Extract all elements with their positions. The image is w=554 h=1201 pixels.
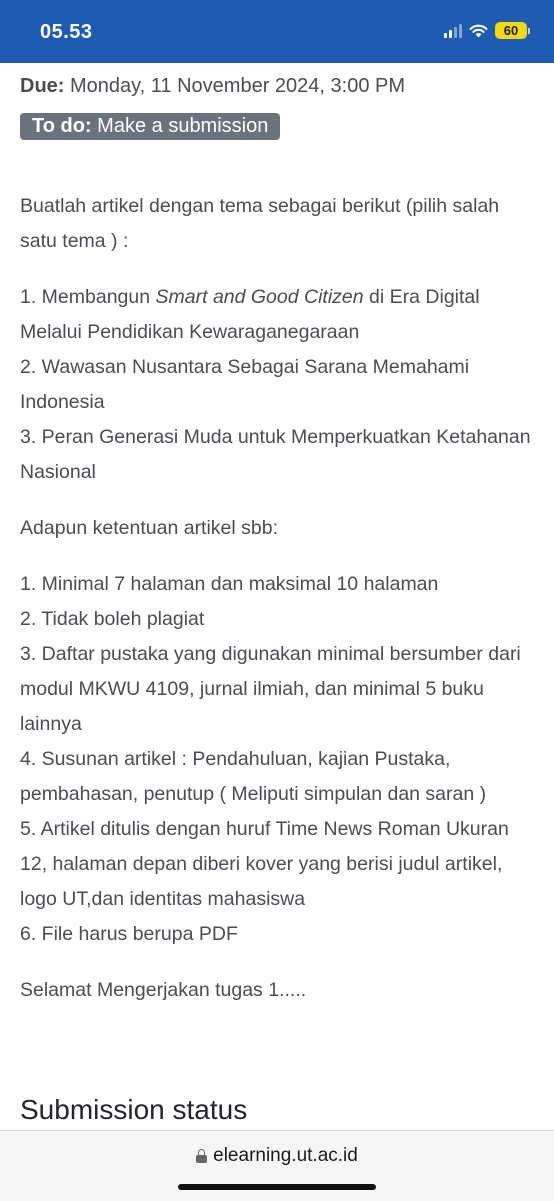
cellular-signal-icon xyxy=(444,23,462,38)
battery-level: 60 xyxy=(495,22,527,39)
todo-badge: To do: Make a submission xyxy=(20,113,281,140)
rule-item: 2. Tidak boleh plagiat xyxy=(20,608,205,630)
theme1-prefix: 1. Membangun xyxy=(20,286,156,308)
assignment-content: Due: Monday, 11 November 2024, 3:00 PM T… xyxy=(20,72,540,1008)
rule-item: 3. Daftar pustaka yang digunakan minimal… xyxy=(20,643,521,735)
todo-label: To do: xyxy=(32,115,92,137)
rule-item: 1. Minimal 7 halaman dan maksimal 10 hal… xyxy=(20,573,439,595)
home-indicator[interactable] xyxy=(178,1184,376,1190)
rule-item: 5. Artikel ditulis dengan huruf Time New… xyxy=(20,818,509,910)
rules-intro: Adapun ketentuan artikel sbb: xyxy=(20,517,279,539)
assignment-description: Buatlah artikel dengan tema sebagai beri… xyxy=(20,189,540,1008)
theme1-italic: Smart and Good Citizen xyxy=(155,286,364,308)
battery-icon: 60 xyxy=(495,22,530,39)
due-value: Monday, 11 November 2024, 3:00 PM xyxy=(70,75,406,97)
theme-item-1: 1. Membangun Smart and Good Citizen di E… xyxy=(20,280,540,350)
theme-item-2: 2. Wawasan Nusantara Sebagai Sarana Mema… xyxy=(20,356,470,413)
rule-item: 6. File harus berupa PDF xyxy=(20,923,238,945)
description-intro: Buatlah artikel dengan tema sebagai beri… xyxy=(20,195,500,252)
submission-status-heading: Submission status xyxy=(20,1094,248,1125)
status-icons: 60 xyxy=(444,22,530,39)
todo-value: Make a submission xyxy=(97,115,269,137)
browser-url-bar[interactable]: elearning.ut.ac.id xyxy=(0,1130,554,1201)
rule-item: 4. Susunan artikel : Pendahuluan, kajian… xyxy=(20,748,487,805)
due-date: Due: Monday, 11 November 2024, 3:00 PM xyxy=(20,72,540,100)
theme-item-3: 3. Peran Generasi Muda untuk Memperkuatk… xyxy=(20,426,531,483)
status-time: 05.53 xyxy=(40,21,93,43)
url-text: elearning.ut.ac.id xyxy=(213,1145,358,1166)
due-label: Due: xyxy=(20,75,65,97)
closing-text: Selamat Mengerjakan tugas 1..... xyxy=(20,979,307,1001)
lock-icon xyxy=(196,1149,208,1163)
status-bar: 05.53 60 xyxy=(0,0,554,63)
url-display[interactable]: elearning.ut.ac.id xyxy=(0,1145,554,1167)
wifi-icon xyxy=(469,24,488,37)
